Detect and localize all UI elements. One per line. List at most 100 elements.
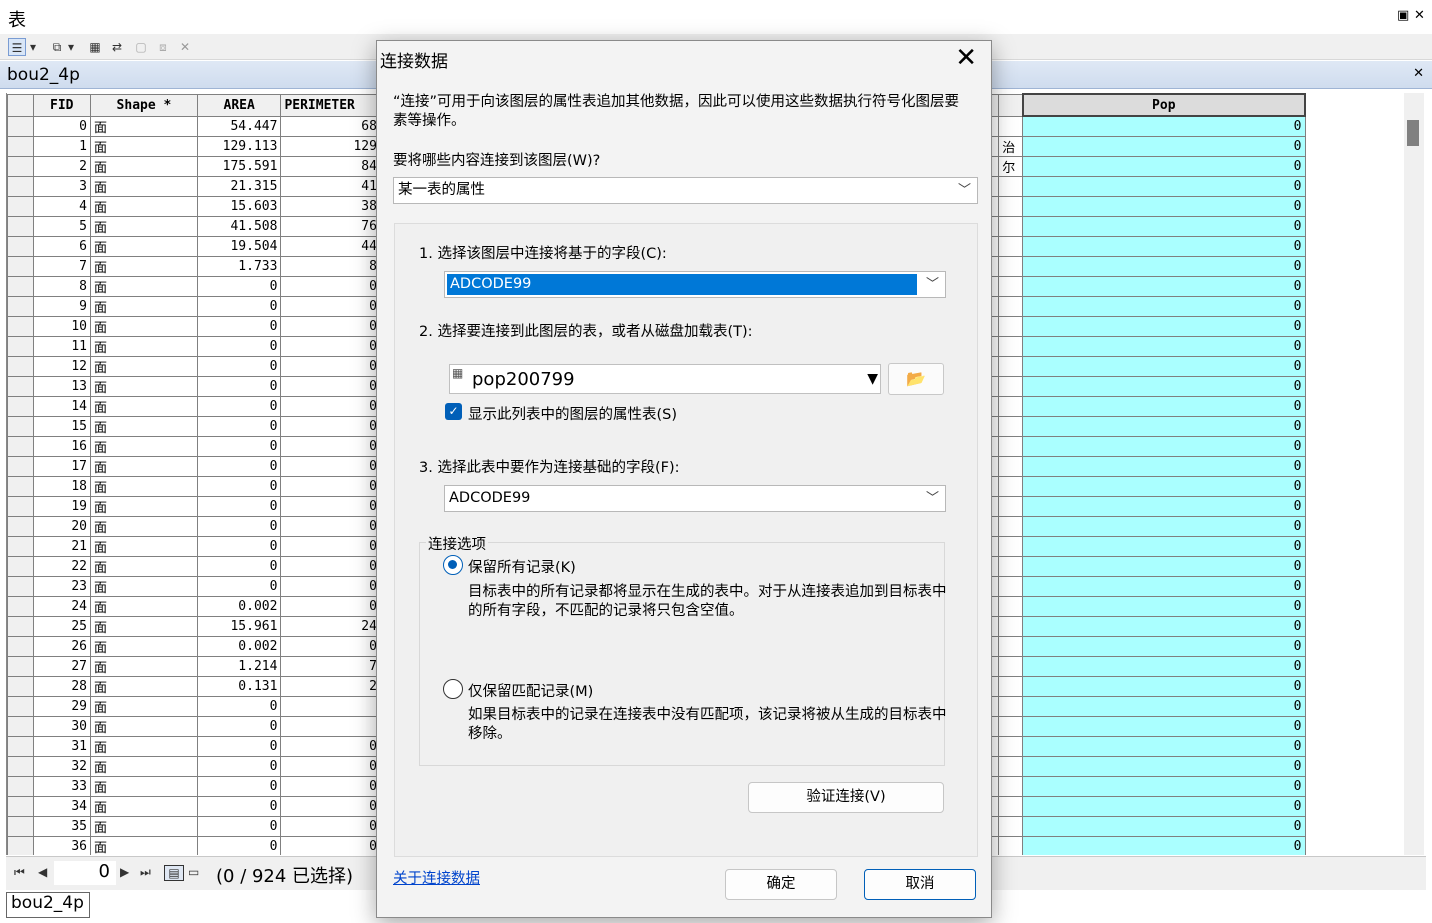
ok-button[interactable]: 确定 (725, 869, 837, 900)
cell-shape[interactable]: 面 (89, 675, 198, 697)
cell-fid[interactable]: 33 (32, 775, 91, 797)
cell-partial[interactable] (998, 475, 1024, 497)
current-record-input[interactable]: 0 (54, 861, 116, 885)
row-selector[interactable] (7, 215, 34, 237)
delete-selected-icon[interactable]: ✕ (176, 38, 194, 56)
cell-perimeter[interactable]: 0 (280, 575, 381, 597)
keep-matching-records-radio[interactable] (443, 679, 463, 699)
cell-pop[interactable]: 0 (1022, 815, 1306, 837)
cell-perimeter[interactable]: 84 (280, 155, 381, 177)
row-selector[interactable] (7, 255, 34, 277)
cell-shape[interactable]: 面 (89, 755, 198, 777)
cell-shape[interactable]: 面 (89, 235, 198, 257)
cell-shape[interactable]: 面 (89, 695, 198, 717)
cell-area[interactable]: 0 (196, 815, 282, 837)
cell-pop[interactable]: 0 (1022, 475, 1306, 497)
cell-pop[interactable]: 0 (1022, 755, 1306, 777)
cell-fid[interactable]: 25 (32, 615, 91, 637)
row-selector[interactable] (7, 455, 34, 477)
cell-perimeter[interactable]: 0 (280, 355, 381, 377)
cell-partial[interactable] (998, 415, 1024, 437)
cell-fid[interactable]: 26 (32, 635, 91, 657)
cell-area[interactable]: 0.002 (196, 595, 282, 617)
cell-area[interactable]: 0 (196, 535, 282, 557)
cell-shape[interactable]: 面 (89, 515, 198, 537)
cell-pop[interactable]: 0 (1022, 455, 1306, 477)
cell-shape[interactable]: 面 (89, 655, 198, 677)
row-selector[interactable] (7, 295, 34, 317)
switch-selection-icon[interactable]: ⇄ (108, 38, 126, 56)
cell-partial[interactable] (998, 755, 1024, 777)
cell-shape[interactable]: 面 (89, 355, 198, 377)
cell-partial[interactable] (998, 795, 1024, 817)
row-selector[interactable] (7, 135, 34, 157)
cell-partial[interactable] (998, 555, 1024, 577)
cell-partial[interactable] (998, 335, 1024, 357)
browse-folder-button[interactable]: 📂 (888, 363, 944, 395)
table-options-icon[interactable]: ☰ (8, 38, 26, 56)
cell-partial[interactable] (998, 195, 1024, 217)
cell-pop[interactable]: 0 (1022, 635, 1306, 657)
cell-fid[interactable]: 28 (32, 675, 91, 697)
cell-area[interactable]: 0 (196, 275, 282, 297)
cell-shape[interactable]: 面 (89, 215, 198, 237)
cell-area[interactable]: 1.214 (196, 655, 282, 677)
column-header-fid[interactable]: FID (32, 93, 91, 117)
cell-perimeter[interactable]: 24 (280, 615, 381, 637)
cell-fid[interactable]: 34 (32, 795, 91, 817)
cell-pop[interactable]: 0 (1022, 675, 1306, 697)
cell-area[interactable]: 0 (196, 575, 282, 597)
row-selector[interactable] (7, 515, 34, 537)
cell-area[interactable]: 1.733 (196, 255, 282, 277)
cell-pop[interactable]: 0 (1022, 575, 1306, 597)
row-selector[interactable] (7, 335, 34, 357)
cell-area[interactable]: 129.113 (196, 135, 282, 157)
column-header-pop[interactable]: Pop (1021, 93, 1306, 117)
cell-pop[interactable]: 0 (1022, 435, 1306, 457)
cell-fid[interactable]: 24 (32, 595, 91, 617)
cell-fid[interactable]: 35 (32, 815, 91, 837)
cell-shape[interactable]: 面 (89, 835, 198, 855)
row-selector[interactable] (7, 155, 34, 177)
zoom-to-selected-icon[interactable]: ⧈ (154, 38, 172, 56)
cell-partial[interactable] (998, 595, 1024, 617)
cell-fid[interactable]: 17 (32, 455, 91, 477)
row-selector[interactable] (7, 735, 34, 757)
scrollbar-thumb[interactable] (1407, 120, 1419, 146)
show-layers-checkbox[interactable]: ✓ (445, 403, 462, 420)
cell-partial[interactable] (998, 515, 1024, 537)
cell-pop[interactable]: 0 (1022, 335, 1306, 357)
cell-fid[interactable]: 0 (32, 115, 91, 137)
cell-perimeter[interactable]: 0 (280, 595, 381, 617)
last-record-icon[interactable]: ⏭ (140, 865, 151, 880)
join-table-dropdown[interactable]: ▦ pop200799 ▼ (449, 364, 881, 394)
cell-area[interactable]: 0 (196, 375, 282, 397)
cell-area[interactable]: 0 (196, 695, 282, 717)
show-selected-records-icon[interactable]: ▭ (188, 865, 199, 879)
cell-shape[interactable]: 面 (89, 735, 198, 757)
cell-area[interactable]: 0 (196, 555, 282, 577)
cell-perimeter[interactable]: 0 (280, 295, 381, 317)
row-selector[interactable] (7, 195, 34, 217)
cell-perimeter[interactable]: 0 (280, 735, 381, 757)
cell-area[interactable]: 0 (196, 415, 282, 437)
cell-fid[interactable]: 3 (32, 175, 91, 197)
row-selector[interactable] (7, 775, 34, 797)
cell-perimeter[interactable] (280, 695, 381, 717)
row-selector[interactable] (7, 595, 34, 617)
row-selector[interactable] (7, 375, 34, 397)
cell-area[interactable]: 0 (196, 775, 282, 797)
cell-shape[interactable]: 面 (89, 575, 198, 597)
cell-perimeter[interactable]: 0 (280, 395, 381, 417)
cell-perimeter[interactable]: 0 (280, 375, 381, 397)
cell-partial[interactable] (998, 115, 1024, 137)
keep-all-records-radio[interactable] (443, 555, 463, 575)
cell-pop[interactable]: 0 (1022, 495, 1306, 517)
cell-perimeter[interactable]: 129 (280, 135, 381, 157)
cell-area[interactable]: 0 (196, 735, 282, 757)
cell-pop[interactable]: 0 (1022, 655, 1306, 677)
cell-pop[interactable]: 0 (1022, 795, 1306, 817)
cell-perimeter[interactable]: 0 (280, 335, 381, 357)
cell-partial[interactable] (998, 715, 1024, 737)
cell-shape[interactable]: 面 (89, 715, 198, 737)
